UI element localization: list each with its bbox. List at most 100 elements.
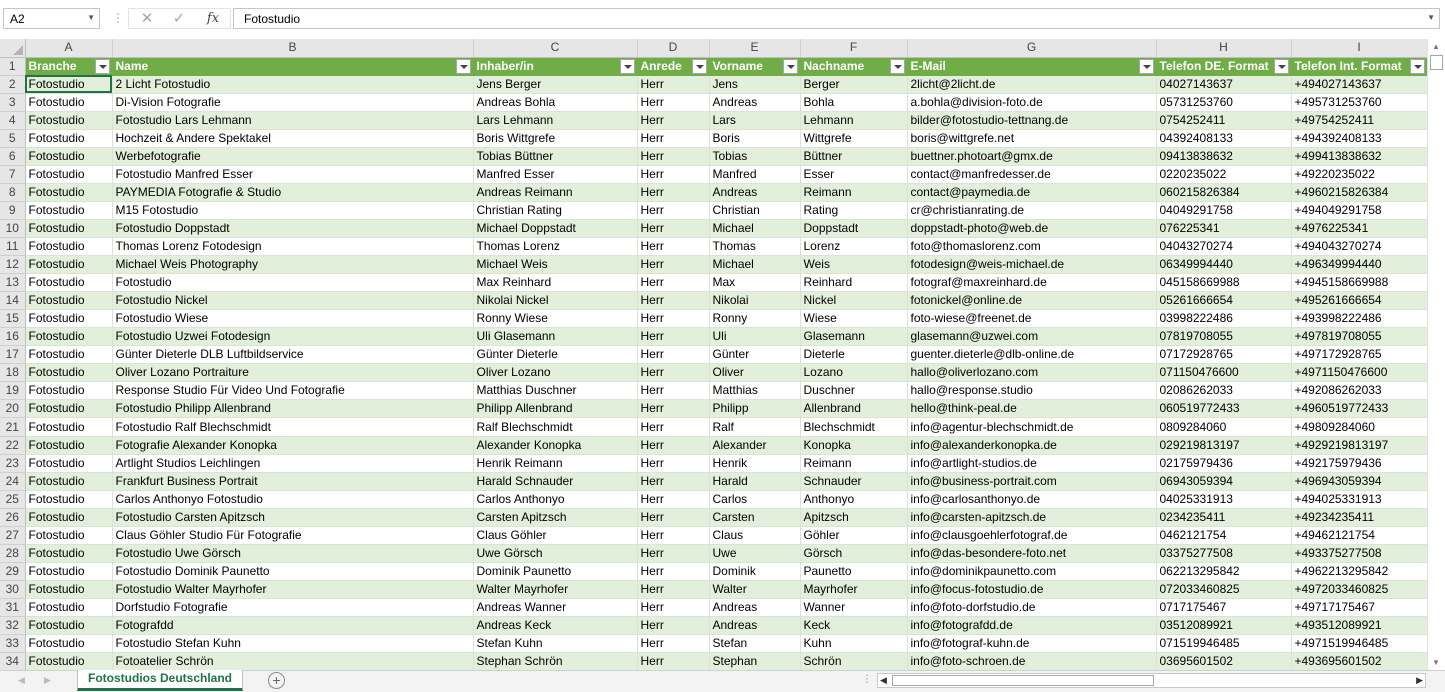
table-cell[interactable]: Hochzeit & Andere Spektakel: [112, 129, 474, 148]
table-cell[interactable]: doppstadt-photo@web.de: [907, 219, 1157, 239]
table-cell[interactable]: Max Reinhard: [473, 273, 638, 293]
table-cell[interactable]: Stephan: [709, 652, 801, 670]
table-cell[interactable]: Nikolai Nickel: [473, 291, 638, 311]
table-cell[interactable]: Ralf Blechschmidt: [473, 417, 638, 437]
table-cell[interactable]: Herr: [637, 345, 710, 365]
table-cell[interactable]: Fotostudio: [25, 273, 113, 293]
row-header[interactable]: 27: [0, 526, 26, 545]
scroll-left-icon[interactable]: ◀: [880, 675, 887, 686]
table-cell[interactable]: Lehmann: [800, 111, 908, 130]
table-cell[interactable]: Fotostudio: [25, 183, 113, 202]
table-cell[interactable]: 05261666654: [1156, 291, 1292, 311]
row-header[interactable]: 4: [0, 111, 26, 130]
table-cell[interactable]: +4960215826384: [1291, 183, 1427, 202]
table-cell[interactable]: Michael Weis: [473, 255, 638, 275]
table-cell[interactable]: hallo@oliverlozano.com: [907, 363, 1157, 383]
table-header-cell[interactable]: Anrede: [637, 57, 710, 76]
table-cell[interactable]: Stefan Kuhn: [473, 634, 638, 654]
table-cell[interactable]: +4971519946485: [1291, 634, 1427, 654]
table-cell[interactable]: +49809284060: [1291, 417, 1427, 437]
table-cell[interactable]: Kuhn: [800, 634, 908, 654]
tab-split-grip-icon[interactable]: ⋮: [862, 674, 872, 685]
table-cell[interactable]: +494027143637: [1291, 75, 1427, 94]
table-cell[interactable]: Anthonyo: [800, 490, 908, 509]
horizontal-scroll-thumb[interactable]: [892, 675, 1154, 686]
table-cell[interactable]: Andreas Wanner: [473, 598, 638, 618]
table-cell[interactable]: Fotostudio: [25, 399, 113, 419]
row-header[interactable]: 23: [0, 454, 26, 473]
table-cell[interactable]: Herr: [637, 273, 710, 293]
add-sheet-button[interactable]: +: [268, 672, 285, 689]
table-cell[interactable]: Fotostudio Carsten Apitzsch: [112, 508, 474, 527]
table-cell[interactable]: Fotostudio: [25, 291, 113, 311]
table-cell[interactable]: Paunetto: [800, 562, 908, 581]
table-header-cell[interactable]: Inhaber/in: [473, 57, 638, 76]
filter-dropdown-icon[interactable]: [1273, 58, 1289, 74]
table-cell[interactable]: 076225341: [1156, 219, 1292, 239]
table-cell[interactable]: Claus Göhler Studio Für Fotografie: [112, 526, 474, 545]
table-cell[interactable]: Ronny: [709, 309, 801, 329]
table-cell[interactable]: boris@wittgrefe.net: [907, 129, 1157, 148]
table-cell[interactable]: Christian Rating: [473, 201, 638, 220]
table-cell[interactable]: Herr: [637, 147, 710, 166]
next-sheet-icon[interactable]: ▶: [44, 675, 51, 686]
table-cell[interactable]: +49717175467: [1291, 598, 1427, 618]
table-cell[interactable]: +4960519772433: [1291, 399, 1427, 419]
table-cell[interactable]: Fotografie Alexander Konopka: [112, 436, 474, 455]
table-cell[interactable]: Herr: [637, 291, 710, 311]
table-cell[interactable]: Dominik: [709, 562, 801, 581]
table-cell[interactable]: Artlight Studios Leichlingen: [112, 454, 474, 473]
table-cell[interactable]: +497172928765: [1291, 345, 1427, 365]
table-cell[interactable]: 04049291758: [1156, 201, 1292, 220]
table-cell[interactable]: +494392408133: [1291, 129, 1427, 148]
table-cell[interactable]: Görsch: [800, 544, 908, 563]
table-cell[interactable]: Herr: [637, 526, 710, 545]
table-cell[interactable]: Fotostudio: [25, 508, 113, 527]
table-cell[interactable]: Herr: [637, 381, 710, 401]
table-cell[interactable]: +497819708055: [1291, 327, 1427, 347]
table-cell[interactable]: Mayrhofer: [800, 580, 908, 599]
table-cell[interactable]: Herr: [637, 508, 710, 527]
table-cell[interactable]: Andreas Bohla: [473, 93, 638, 112]
table-cell[interactable]: Fotostudio Nickel: [112, 291, 474, 311]
table-cell[interactable]: Fotostudio: [25, 526, 113, 545]
table-cell[interactable]: Fotostudio: [25, 255, 113, 275]
table-cell[interactable]: Herr: [637, 111, 710, 130]
table-cell[interactable]: info@foto-dorfstudio.de: [907, 598, 1157, 618]
table-cell[interactable]: +495261666654: [1291, 291, 1427, 311]
row-header[interactable]: 11: [0, 237, 26, 257]
table-cell[interactable]: Stephan Schrön: [473, 652, 638, 670]
table-cell[interactable]: 0462121754: [1156, 526, 1292, 545]
table-cell[interactable]: Fotostudio Uwe Görsch: [112, 544, 474, 563]
table-cell[interactable]: Andreas Keck: [473, 616, 638, 636]
table-cell[interactable]: Fotostudio Manfred Esser: [112, 165, 474, 184]
table-cell[interactable]: Herr: [637, 436, 710, 455]
table-cell[interactable]: +496349994440: [1291, 255, 1427, 275]
table-header-cell[interactable]: E-Mail: [907, 57, 1157, 76]
column-header[interactable]: B: [112, 39, 474, 58]
table-cell[interactable]: fotograf@maxreinhard.de: [907, 273, 1157, 293]
table-header-cell[interactable]: Telefon Int. Format: [1291, 57, 1427, 76]
table-cell[interactable]: Fotostudio: [25, 580, 113, 599]
table-cell[interactable]: Fotostudio: [25, 598, 113, 618]
table-cell[interactable]: Fotostudio Stefan Kuhn: [112, 634, 474, 654]
table-cell[interactable]: Fotostudio: [25, 454, 113, 473]
table-cell[interactable]: Herr: [637, 363, 710, 383]
table-cell[interactable]: 062213295842: [1156, 562, 1292, 581]
table-cell[interactable]: Herr: [637, 75, 710, 94]
row-header[interactable]: 8: [0, 183, 26, 202]
table-cell[interactable]: Andreas: [709, 598, 801, 618]
table-cell[interactable]: Ralf: [709, 417, 801, 437]
table-cell[interactable]: Fotostudio: [25, 417, 113, 437]
table-cell[interactable]: Thomas: [709, 237, 801, 257]
table-cell[interactable]: +494049291758: [1291, 201, 1427, 220]
table-cell[interactable]: Uwe Görsch: [473, 544, 638, 563]
table-cell[interactable]: 04025331913: [1156, 490, 1292, 509]
table-cell[interactable]: +492086262033: [1291, 381, 1427, 401]
table-cell[interactable]: Reimann: [800, 454, 908, 473]
table-cell[interactable]: foto-wiese@freenet.de: [907, 309, 1157, 329]
filter-dropdown-icon[interactable]: [455, 58, 471, 74]
chevron-down-icon[interactable]: ▼: [87, 13, 95, 22]
table-cell[interactable]: Fotostudio Dominik Paunetto: [112, 562, 474, 581]
table-cell[interactable]: glasemann@uzwei.com: [907, 327, 1157, 347]
